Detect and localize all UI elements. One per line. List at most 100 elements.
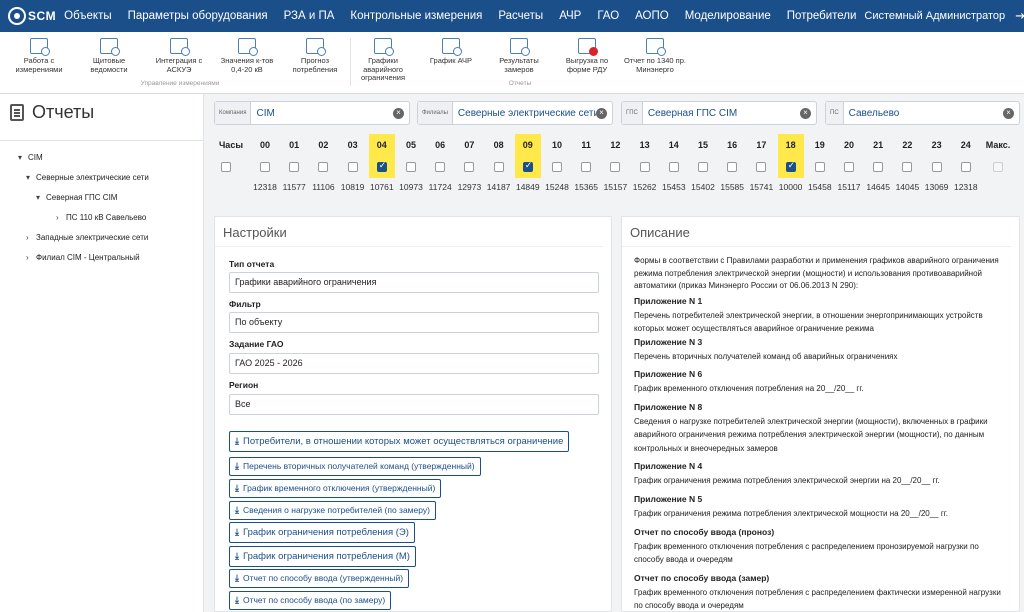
clear-icon[interactable]: ×: [1003, 107, 1014, 119]
nav-item-rza[interactable]: РЗА и ПА: [276, 0, 343, 32]
tree-node-label: Филиал CIM - Центральный: [36, 252, 140, 262]
hour-checkbox[interactable]: [522, 160, 533, 172]
clear-icon[interactable]: ×: [800, 107, 811, 119]
hour-column: 1810000: [777, 134, 804, 192]
hour-checkbox[interactable]: [727, 162, 738, 172]
gao-task-select[interactable]: ГАО 2025 - 2026: [229, 353, 599, 374]
hour-checkbox[interactable]: [902, 162, 913, 172]
tree-node-northern-gps[interactable]: ▾ Северная ГПС CIM: [0, 187, 204, 207]
hour-column: 05 10973: [398, 134, 424, 198]
nav-item-modeling[interactable]: Моделирование: [677, 0, 779, 32]
description-panel: Описание Формы в соответствии с Правилам…: [621, 216, 1020, 612]
chevron-down-icon[interactable]: ▾: [26, 173, 36, 182]
nav-item-achr[interactable]: АЧР: [551, 0, 589, 32]
gps-value[interactable]: Северная ГПС CIM: [643, 108, 800, 119]
filter-select[interactable]: По объекту: [229, 312, 599, 333]
hour-checkbox[interactable]: [931, 162, 942, 172]
chevron-right-icon[interactable]: ›: [56, 213, 66, 222]
hour-checkbox[interactable]: [960, 162, 971, 172]
hour-column: 19 15458: [807, 134, 833, 198]
toolbar-button-achr-schedule[interactable]: График АЧР: [418, 38, 484, 66]
tree-node-cim[interactable]: ▾ CIM: [0, 147, 204, 167]
tree-node-northern-networks[interactable]: ▾ Северные электрические сети: [0, 167, 204, 187]
clear-icon[interactable]: ×: [596, 107, 607, 119]
hour-checkbox[interactable]: [814, 162, 825, 172]
download-input-method-measured-button[interactable]: ⤓ Отчет по способу ввода (по замеру): [229, 591, 392, 610]
hour-checkbox[interactable]: [668, 162, 679, 172]
toolbar-button-results[interactable]: Результаты замеров: [486, 38, 552, 74]
nav-item-objects[interactable]: Объекты: [56, 0, 119, 32]
ps-filter[interactable]: ПС Савельево ×: [825, 101, 1020, 125]
toolbar-button-rdu-export[interactable]: Выгрузка по форме РДУ: [554, 38, 620, 74]
download-icon: ⤓: [235, 595, 239, 605]
tree-node-western-networks[interactable]: › Западные электрические сети: [0, 227, 204, 247]
hour-column: 00 12318: [252, 134, 278, 198]
hour-checkbox[interactable]: [347, 162, 358, 172]
hour-checkbox[interactable]: [318, 162, 329, 172]
user-name[interactable]: Системный Администратор: [864, 10, 1005, 22]
hour-checkbox[interactable]: [493, 162, 504, 172]
branch-filter[interactable]: Филиалы Северные электрические сети ×: [417, 101, 613, 125]
toolbar-button-gao-schedules[interactable]: Графики аварийного ограничения: [350, 38, 416, 83]
hour-checkbox[interactable]: [464, 162, 475, 172]
description-item-heading: Приложение N 4: [634, 461, 703, 471]
branch-value[interactable]: Северные электрические сети: [453, 108, 596, 119]
description-item-heading: Приложение N 3: [634, 337, 703, 347]
download-input-method-approved-button[interactable]: ⤓ Отчет по способу ввода (утвержденный): [229, 569, 410, 588]
toolbar-button-coefficients[interactable]: Значения к-тов 0,4-20 кВ: [214, 38, 280, 74]
gps-filter[interactable]: ГПС Северная ГПС CIM ×: [621, 101, 817, 125]
nav-item-gao[interactable]: ГАО: [589, 0, 627, 32]
tree-node-central-branch[interactable]: › Филиал CIM - Центральный: [0, 247, 204, 267]
hour-checkbox[interactable]: [260, 162, 270, 172]
download-limit-m-button[interactable]: ⤓ График ограничения потребления (М): [229, 546, 416, 567]
report-type-select[interactable]: Графики аварийного ограничения: [229, 272, 599, 293]
hour-checkbox[interactable]: [435, 162, 446, 172]
download-limit-e-button[interactable]: ⤓ График ограничения потребления (Э): [229, 522, 415, 543]
ps-value[interactable]: Савельево: [844, 108, 1003, 119]
hour-checkbox[interactable]: [610, 162, 621, 172]
chevron-right-icon[interactable]: ›: [26, 233, 36, 242]
nav-item-equipment-params[interactable]: Параметры оборудования: [120, 0, 276, 32]
toolbar-button-sheets[interactable]: Щитовые ведомости: [76, 38, 142, 74]
page-title: Отчеты: [10, 102, 94, 123]
hour-checkbox[interactable]: [552, 162, 562, 172]
tree-node-label: ПС 110 кВ Савельево: [66, 212, 147, 222]
hour-checkbox[interactable]: [289, 162, 300, 172]
hour-checkbox[interactable]: [698, 162, 708, 172]
hour-checkbox[interactable]: [873, 162, 884, 172]
region-select[interactable]: Все: [229, 394, 599, 415]
nav-item-calculations[interactable]: Расчеты: [490, 0, 551, 32]
clear-icon[interactable]: ×: [393, 107, 404, 119]
chevron-down-icon[interactable]: ▾: [18, 153, 28, 162]
toolbar-button-askue[interactable]: Интеграция с АСКУЭ: [146, 38, 212, 74]
all-hours-checkbox[interactable]: [221, 162, 231, 172]
download-consumers-button[interactable]: ⤓ Потребители, в отношении которых может…: [229, 431, 570, 452]
nav-item-aopo[interactable]: АОПО: [627, 0, 677, 32]
app-logo[interactable]: SCM: [0, 0, 56, 32]
chevron-right-icon[interactable]: ›: [26, 253, 36, 262]
logout-icon[interactable]: ⇥: [1015, 8, 1024, 24]
download-load-info-button[interactable]: ⤓ Сведения о нагрузке потребителей (по з…: [229, 501, 436, 520]
download-temporary-shutdown-button[interactable]: ⤓ График временного отключения (утвержде…: [229, 479, 442, 498]
toolbar-button-report-1340[interactable]: Отчет по 1340 пр. Минэнерго: [622, 38, 688, 74]
hour-checkbox[interactable]: [406, 162, 416, 172]
nav-item-control-measurements[interactable]: Контрольные измерения: [342, 0, 490, 32]
hour-checkbox[interactable]: [639, 162, 650, 172]
hour-checkbox[interactable]: [376, 160, 387, 172]
tree-node-savelyevo[interactable]: › ПС 110 кВ Савельево: [0, 207, 204, 227]
max-checkbox[interactable]: [993, 162, 1003, 172]
toolbar-button-measurements[interactable]: Работа с измерениями: [6, 38, 72, 74]
company-filter[interactable]: Компания CIM ×: [214, 101, 410, 125]
hour-checkbox[interactable]: [581, 162, 592, 172]
nav-item-consumers[interactable]: Потребители: [779, 0, 865, 32]
forecast-icon: [306, 38, 326, 56]
description-item: Приложение N 8 Сведения о нагрузке потре…: [634, 401, 1009, 455]
hour-checkbox[interactable]: [756, 162, 767, 172]
hour-checkbox[interactable]: [844, 162, 854, 172]
company-value[interactable]: CIM: [251, 108, 393, 119]
chevron-down-icon[interactable]: ▾: [36, 193, 46, 202]
hour-checkbox[interactable]: [785, 160, 796, 172]
toolbar-button-forecast[interactable]: Прогноз потребления: [282, 38, 348, 74]
download-secondary-recipients-button[interactable]: ⤓ Перечень вторичных получателей команд …: [229, 457, 481, 476]
hour-column: 21 14645: [865, 134, 891, 198]
